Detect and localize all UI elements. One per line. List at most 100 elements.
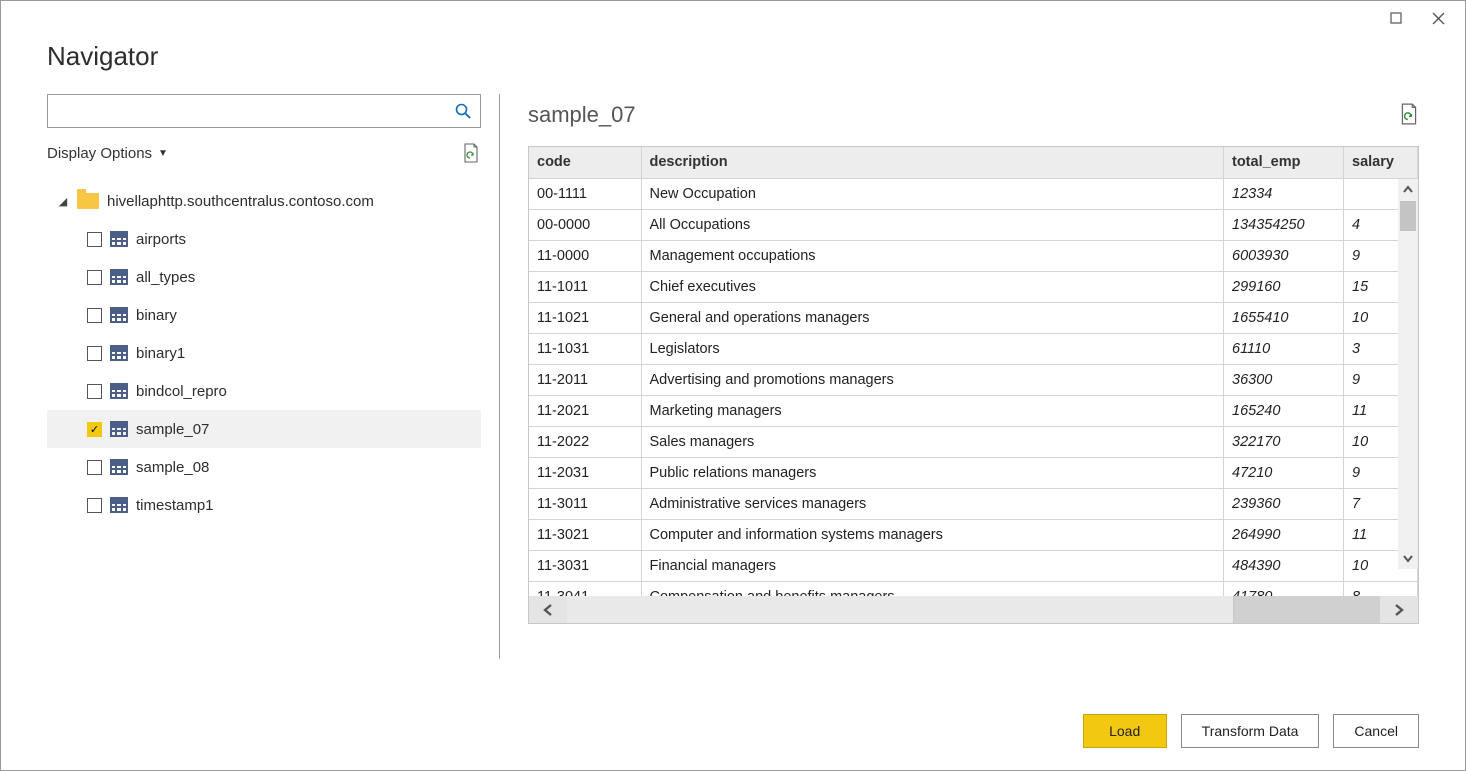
- table-cell: 41780: [1224, 581, 1344, 596]
- table-cell: 47210: [1224, 457, 1344, 488]
- table-cell: Sales managers: [641, 426, 1224, 457]
- page-refresh-icon: [462, 143, 480, 163]
- chevron-down-icon: ▼: [158, 148, 168, 159]
- table-icon: [110, 459, 128, 475]
- tree-item-checkbox[interactable]: [87, 384, 102, 399]
- window-close-button[interactable]: [1417, 4, 1459, 32]
- tree-item[interactable]: all_types: [47, 258, 481, 296]
- tree-item-checkbox[interactable]: [87, 308, 102, 323]
- table-row[interactable]: 11-1021General and operations managers16…: [529, 302, 1418, 333]
- tree-item-checkbox[interactable]: [87, 460, 102, 475]
- vertical-scrollbar[interactable]: [1398, 179, 1418, 569]
- table-cell: Public relations managers: [641, 457, 1224, 488]
- select-related-tables-button[interactable]: [461, 143, 481, 163]
- table-row[interactable]: 11-3021Computer and information systems …: [529, 519, 1418, 550]
- table-cell: 11-1011: [529, 271, 641, 302]
- tree-item[interactable]: timestamp1: [47, 486, 481, 524]
- table-cell: 11-2022: [529, 426, 641, 457]
- table-cell: 11-3011: [529, 488, 641, 519]
- tree-item[interactable]: binary1: [47, 334, 481, 372]
- table-cell: Financial managers: [641, 550, 1224, 581]
- restore-icon: [1390, 12, 1402, 24]
- display-options-label: Display Options: [47, 145, 152, 162]
- table-cell: 11-0000: [529, 240, 641, 271]
- table-cell: 11-3041: [529, 581, 641, 596]
- window-restore-button[interactable]: [1375, 4, 1417, 32]
- table-cell: 11-3031: [529, 550, 641, 581]
- tree-item-checkbox[interactable]: [87, 232, 102, 247]
- table-row[interactable]: 11-1031Legislators611103: [529, 333, 1418, 364]
- table-row[interactable]: 11-3031Financial managers48439010: [529, 550, 1418, 581]
- dialog-title: Navigator: [47, 41, 1419, 72]
- tree-item-checkbox[interactable]: [87, 498, 102, 513]
- table-cell: 36300: [1224, 364, 1344, 395]
- tree-item[interactable]: ✓ sample_07: [47, 410, 481, 448]
- table-icon: [110, 345, 128, 361]
- table-row[interactable]: 11-0000Management occupations60039309: [529, 240, 1418, 271]
- page-refresh-icon: [1399, 103, 1419, 125]
- caret-down-icon[interactable]: ◢: [57, 195, 69, 208]
- preview-table: codedescriptiontotal_empsalary 00-1111Ne…: [529, 147, 1418, 596]
- table-cell: 11-1021: [529, 302, 641, 333]
- table-cell: 165240: [1224, 395, 1344, 426]
- scroll-left-icon[interactable]: [529, 596, 567, 623]
- table-row[interactable]: 11-1011Chief executives29916015: [529, 271, 1418, 302]
- table-icon: [110, 497, 128, 513]
- cancel-button[interactable]: Cancel: [1333, 714, 1419, 748]
- refresh-preview-button[interactable]: [1399, 103, 1419, 128]
- pane-divider[interactable]: [499, 94, 500, 659]
- tree-item-checkbox[interactable]: [87, 346, 102, 361]
- table-cell: 61110: [1224, 333, 1344, 364]
- horizontal-scrollbar[interactable]: [529, 596, 1418, 623]
- search-box: [47, 94, 481, 128]
- preview-grid: codedescriptiontotal_empsalary 00-1111Ne…: [528, 146, 1419, 624]
- tree-item[interactable]: airports: [47, 220, 481, 258]
- tree-item-label: timestamp1: [136, 497, 214, 514]
- dialog-header: Navigator: [1, 35, 1465, 94]
- tree-item[interactable]: sample_08: [47, 448, 481, 486]
- table-cell: 00-1111: [529, 178, 641, 209]
- table-cell: 299160: [1224, 271, 1344, 302]
- load-button[interactable]: Load: [1083, 714, 1167, 748]
- scroll-thumb[interactable]: [1400, 201, 1416, 231]
- table-row[interactable]: 11-2011Advertising and promotions manage…: [529, 364, 1418, 395]
- scroll-up-icon[interactable]: [1398, 179, 1418, 201]
- search-input[interactable]: [48, 95, 446, 127]
- scroll-right-icon[interactable]: [1380, 596, 1418, 623]
- column-header[interactable]: description: [641, 147, 1224, 178]
- tree-item[interactable]: binary: [47, 296, 481, 334]
- table-cell: Chief executives: [641, 271, 1224, 302]
- tree-item-label: binary1: [136, 345, 185, 362]
- search-icon[interactable]: [446, 103, 480, 119]
- table-cell: Management occupations: [641, 240, 1224, 271]
- column-header[interactable]: code: [529, 147, 641, 178]
- tree-item-label: sample_07: [136, 421, 209, 438]
- navigation-pane: Display Options ▼ ◢ hivellaphttp.s: [47, 94, 499, 692]
- tree-item-label: bindcol_repro: [136, 383, 227, 400]
- transform-data-button[interactable]: Transform Data: [1181, 714, 1320, 748]
- table-cell: New Occupation: [641, 178, 1224, 209]
- table-cell: General and operations managers: [641, 302, 1224, 333]
- scroll-thumb[interactable]: [567, 596, 1234, 623]
- column-header[interactable]: salary: [1344, 147, 1418, 178]
- table-row[interactable]: 11-3041Compensation and benefits manager…: [529, 581, 1418, 596]
- table-cell: Administrative services managers: [641, 488, 1224, 519]
- table-row[interactable]: 11-2022Sales managers32217010: [529, 426, 1418, 457]
- table-row[interactable]: 11-3011Administrative services managers2…: [529, 488, 1418, 519]
- tree-item-checkbox[interactable]: [87, 270, 102, 285]
- table-row[interactable]: 00-1111New Occupation12334: [529, 178, 1418, 209]
- folder-icon: [77, 193, 99, 209]
- tree-root-node[interactable]: ◢ hivellaphttp.southcentralus.contoso.co…: [47, 182, 481, 220]
- scroll-down-icon[interactable]: [1398, 547, 1418, 569]
- scroll-track[interactable]: [567, 596, 1380, 623]
- tree-item-checkbox[interactable]: ✓: [87, 422, 102, 437]
- table-row[interactable]: 00-0000All Occupations1343542504: [529, 209, 1418, 240]
- table-row[interactable]: 11-2021Marketing managers16524011: [529, 395, 1418, 426]
- tree-item[interactable]: bindcol_repro: [47, 372, 481, 410]
- display-options-dropdown[interactable]: Display Options ▼: [47, 145, 168, 162]
- table-row[interactable]: 11-2031Public relations managers472109: [529, 457, 1418, 488]
- table-icon: [110, 383, 128, 399]
- tree-root-label: hivellaphttp.southcentralus.contoso.com: [107, 193, 374, 210]
- table-cell: 00-0000: [529, 209, 641, 240]
- column-header[interactable]: total_emp: [1224, 147, 1344, 178]
